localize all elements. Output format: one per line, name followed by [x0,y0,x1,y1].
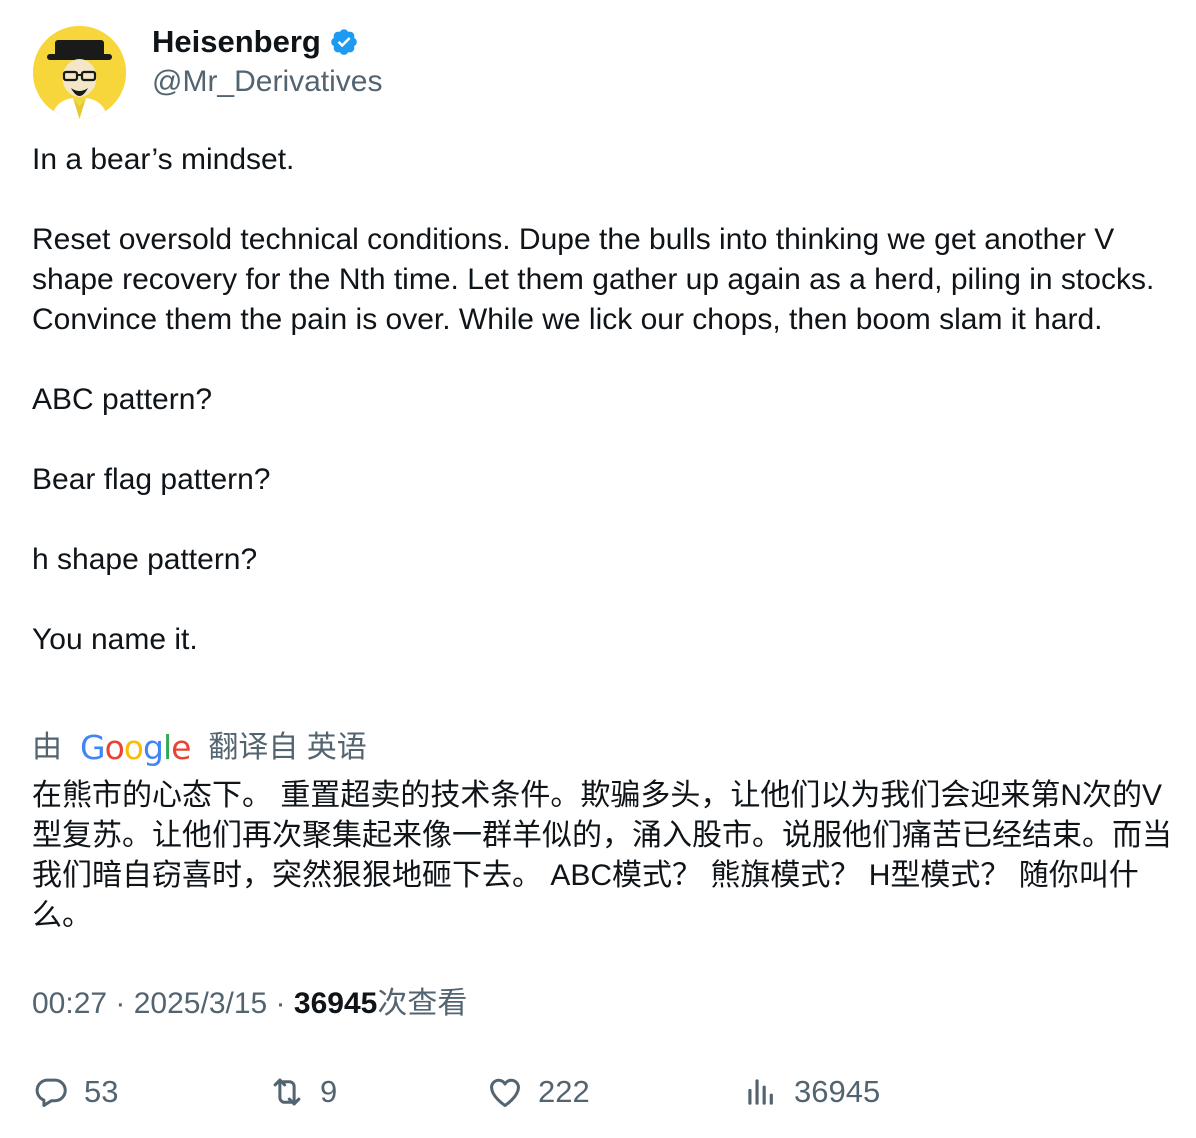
google-letter: o [104,728,125,767]
avatar-illustration [33,26,126,119]
author-handle[interactable]: @Mr_Derivatives [152,62,383,102]
views-count: 36945 [794,1074,881,1109]
google-letter: l [162,728,172,767]
translation-attribution[interactable]: 由 Google 翻译自 英语 [32,726,367,770]
heart-icon [490,1078,520,1107]
like-button[interactable]: 222 [486,1070,590,1114]
tweet-text: In a bear’s mindset. Reset oversold tech… [32,140,1172,660]
tweet-paragraph: Bear flag pattern? [32,463,271,496]
google-letter: e [171,728,191,767]
tweet-paragraph: ABC pattern? [32,383,213,416]
google-letter: o [123,728,144,767]
author-display-name[interactable]: Heisenberg [152,22,321,62]
tweet-paragraph: You name it. [32,623,198,656]
author-name-row[interactable]: Heisenberg [152,22,359,62]
reply-icon [35,1078,67,1107]
views-button[interactable]: 36945 [742,1070,880,1114]
tweet-meta: 00:27 · 2025/3/15 · 36945次查看 [32,983,467,1025]
google-logo: Google [80,726,191,770]
bar-chart-icon [748,1079,773,1105]
retweet-count: 9 [320,1074,338,1109]
retweet-icon [273,1078,301,1106]
tweet-paragraph: h shape pattern? [32,543,258,576]
tweet-time[interactable]: 00:27 [32,987,107,1020]
verified-badge-icon [329,27,359,57]
google-letter: G [80,728,106,767]
meta-separator: · [107,987,134,1020]
tweet-date[interactable]: 2025/3/15 [134,987,267,1020]
view-count-label: 次查看 [377,987,468,1020]
view-count: 36945 [293,987,378,1020]
translated-text: 在熊市的心态下。 重置超卖的技术条件。欺骗多头，让他们以为我们会迎来第N次的V型… [32,779,1172,932]
translation-prefix: 由 [32,731,62,764]
tweet-paragraph: Reset oversold technical conditions. Dup… [32,223,1163,336]
reply-count: 53 [84,1074,119,1109]
avatar[interactable] [33,26,126,119]
translation-suffix: 翻译自 英语 [208,731,367,764]
google-letter: g [142,728,164,767]
retweet-button[interactable]: 9 [268,1070,337,1114]
action-bar: 53 9 222 36945 [32,1070,1172,1114]
reply-button[interactable]: 53 [32,1070,118,1114]
meta-separator: · [267,987,294,1020]
like-count: 222 [538,1074,590,1109]
tweet-paragraph: In a bear’s mindset. [32,143,295,176]
